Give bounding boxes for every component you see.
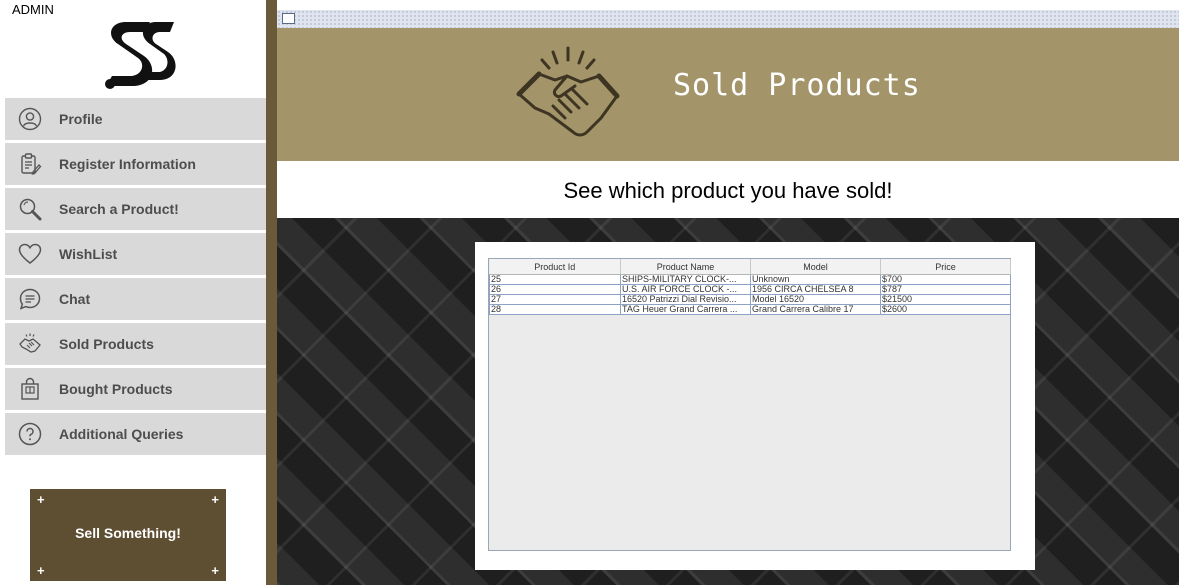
- table-row[interactable]: 26 U.S. AIR FORCE CLOCK -... 1956 CIRCA …: [489, 284, 1011, 295]
- table-cell: 28: [489, 304, 621, 315]
- table-cell: 25: [489, 274, 621, 285]
- page-title: Sold Products: [673, 68, 921, 103]
- header-banner: Sold Products: [277, 28, 1179, 161]
- table-cell: Model 16520: [750, 294, 881, 305]
- sidebar-item-label: Register Information: [59, 156, 196, 172]
- heart-icon: [17, 241, 43, 267]
- table-cell: Grand Carrera Calibre 17: [750, 304, 881, 315]
- sidebar-nav: Profile Register Information Search a Pr…: [5, 98, 266, 458]
- sidebar-item-label: Bought Products: [59, 381, 173, 397]
- sidebar-item-label: Additional Queries: [59, 426, 184, 442]
- table-cell: $2600: [880, 304, 1011, 315]
- handshake-icon: [17, 331, 43, 357]
- table-panel: Product Id Product Name Model Price 25 S…: [475, 242, 1035, 570]
- user-icon: [17, 106, 43, 132]
- table-cell: 16520 Patrizzi Dial Revisio...: [620, 294, 751, 305]
- window-icon: [282, 13, 295, 24]
- table-cell: $21500: [880, 294, 1011, 305]
- sidebar-item-label: Profile: [59, 111, 103, 127]
- search-icon: [17, 196, 43, 222]
- sidebar-item-profile[interactable]: Profile: [5, 98, 266, 140]
- table-cell: TAG Heuer Grand Carrera ...: [620, 304, 751, 315]
- subtitle-row: See which product you have sold!: [277, 161, 1179, 218]
- sidebar-item-chat[interactable]: Chat: [5, 278, 266, 320]
- plus-icon: +: [211, 563, 219, 578]
- table-cell: $787: [880, 284, 1011, 295]
- plus-icon: +: [37, 563, 45, 578]
- column-header[interactable]: Product Name: [620, 259, 751, 275]
- sidebar-item-label: Chat: [59, 291, 91, 307]
- sidebar-item-label: WishList: [59, 246, 118, 262]
- internal-frame-titlebar[interactable]: [277, 10, 1179, 28]
- table-row[interactable]: 25 SHIPS-MILITARY CLOCK-... Unknown $700: [489, 274, 1011, 285]
- sidebar-item-sold-products[interactable]: Sold Products: [5, 323, 266, 365]
- table-cell: 27: [489, 294, 621, 305]
- table-cell: 1956 CIRCA CHELSEA 8: [750, 284, 881, 295]
- table-row[interactable]: 27 16520 Patrizzi Dial Revisio... Model …: [489, 294, 1011, 305]
- sidebar-item-register-information[interactable]: Register Information: [5, 143, 266, 185]
- sidebar-item-label: Search a Product!: [59, 201, 179, 217]
- shopping-bag-icon: [17, 376, 43, 402]
- user-role-label: ADMIN: [12, 2, 54, 17]
- table-cell: U.S. AIR FORCE CLOCK -...: [620, 284, 751, 295]
- sidebar-item-additional-queries[interactable]: Additional Queries: [5, 413, 266, 455]
- table-header-row: Product Id Product Name Model Price: [489, 259, 1011, 275]
- table-cell: SHIPS-MILITARY CLOCK-...: [620, 274, 751, 285]
- plus-icon: +: [37, 492, 45, 507]
- sell-button-label: Sell Something!: [75, 525, 181, 541]
- clipboard-icon: [17, 151, 43, 177]
- sidebar-item-wishlist[interactable]: WishList: [5, 233, 266, 275]
- sidebar-divider: [266, 0, 277, 585]
- table-cell: 26: [489, 284, 621, 295]
- column-header[interactable]: Product Id: [489, 259, 621, 275]
- table-row[interactable]: 28 TAG Heuer Grand Carrera ... Grand Car…: [489, 304, 1011, 315]
- plus-icon: +: [211, 492, 219, 507]
- handshake-icon: [516, 46, 620, 137]
- column-header[interactable]: Price: [880, 259, 1011, 275]
- table-cell: $700: [880, 274, 1011, 285]
- sidebar-item-label: Sold Products: [59, 336, 154, 352]
- question-icon: [17, 421, 43, 447]
- page-subtitle: See which product you have sold!: [563, 178, 893, 203]
- sold-products-table: Product Id Product Name Model Price 25 S…: [489, 259, 1011, 315]
- chat-icon: [17, 286, 43, 312]
- column-header[interactable]: Model: [750, 259, 881, 275]
- table-scroll-pane[interactable]: Product Id Product Name Model Price 25 S…: [488, 258, 1011, 551]
- table-cell: Unknown: [750, 274, 881, 285]
- app-logo: [105, 22, 176, 89]
- sidebar-item-bought-products[interactable]: Bought Products: [5, 368, 266, 410]
- main-panel: Sold Products See which product you have…: [277, 0, 1179, 585]
- sell-something-button[interactable]: + + + + Sell Something!: [30, 489, 226, 581]
- sidebar-item-search-product[interactable]: Search a Product!: [5, 188, 266, 230]
- sidebar: ADMIN Profile Register Information Searc…: [0, 0, 266, 585]
